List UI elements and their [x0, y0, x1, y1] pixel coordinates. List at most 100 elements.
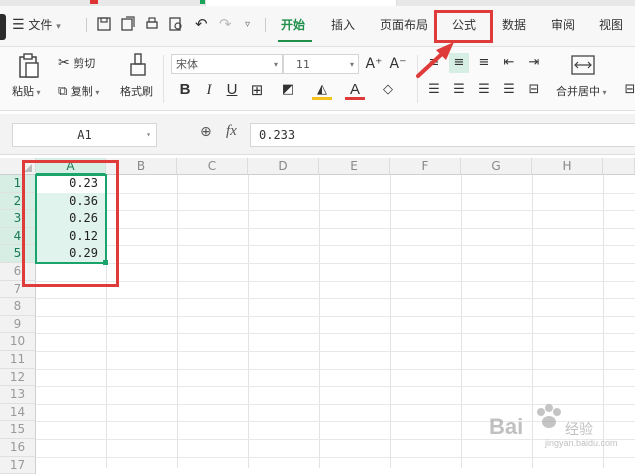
clear-format-icon[interactable]: ◇	[378, 80, 398, 100]
tab-review[interactable]: 审阅	[551, 14, 575, 36]
grid-line	[36, 192, 635, 194]
grid-line	[248, 175, 249, 468]
column-header-g[interactable]: G	[461, 158, 532, 175]
grid-line	[36, 263, 635, 264]
active-tab-underline	[278, 40, 312, 42]
row-header-9[interactable]: 9	[0, 315, 36, 334]
font-color-icon[interactable]: A	[345, 80, 365, 100]
paste-icon[interactable]	[17, 53, 41, 79]
align-right-icon[interactable]: ☰	[474, 80, 494, 100]
cut-label: 剪切	[73, 57, 96, 70]
file-menu[interactable]: ☰ 文件 ▾	[12, 14, 61, 36]
merge-center-icon[interactable]	[571, 55, 595, 75]
row-header-14[interactable]: 14	[0, 403, 36, 422]
redo-icon[interactable]: ↷	[219, 13, 232, 35]
row-header-13[interactable]: 13	[0, 386, 36, 404]
grid-line	[36, 368, 635, 370]
format-painter-icon[interactable]	[128, 52, 148, 78]
grid-line	[36, 227, 635, 229]
column-header-d[interactable]: D	[248, 158, 319, 175]
column-header-c[interactable]: C	[177, 158, 248, 175]
menu-bar: ☰ 文件 ▾ ↶ ↷ ▿ 开始 插入 页面布局 公式 数据 审阅 视图	[0, 6, 635, 47]
row-header-8[interactable]: 8	[0, 298, 36, 316]
column-header-f[interactable]: F	[390, 158, 461, 175]
decrease-font-icon[interactable]: A⁻	[388, 54, 408, 74]
formula-input[interactable]: 0.233	[250, 123, 635, 147]
tab-insert[interactable]: 插入	[331, 14, 355, 36]
borders-icon[interactable]: ⊞	[247, 80, 267, 100]
column-header-h[interactable]: H	[532, 158, 603, 175]
paste-button[interactable]: 粘贴 ▾	[12, 83, 41, 99]
svg-text:jingyan.baidu.com: jingyan.baidu.com	[544, 438, 618, 448]
row-header-11[interactable]: 11	[0, 351, 36, 369]
data-range-highlight	[22, 160, 119, 287]
cell-reference: A1	[77, 128, 92, 142]
insert-function-icon[interactable]: fx	[226, 123, 237, 140]
align-center-icon[interactable]: ☰	[449, 80, 469, 100]
grid-line	[36, 280, 635, 282]
grid-line	[36, 351, 635, 352]
row-header-15[interactable]: 15	[0, 421, 36, 439]
grid-line	[319, 175, 320, 468]
grid-line	[36, 298, 635, 300]
tab-home[interactable]: 开始	[281, 14, 305, 36]
zoom-search-icon[interactable]: ⊕	[200, 124, 212, 140]
row-header-17[interactable]: 17	[0, 456, 36, 474]
bold-button[interactable]: B	[175, 80, 195, 100]
quick-access-dropdown-icon[interactable]: ▿	[245, 14, 250, 36]
chevron-down-icon: ▾	[56, 22, 61, 32]
column-header-e[interactable]: E	[319, 158, 390, 175]
align-left-icon[interactable]: ☰	[424, 80, 444, 100]
annotation-arrow	[416, 42, 454, 78]
grid-line	[36, 315, 635, 317]
name-box[interactable]: A1 ▾	[12, 123, 157, 147]
font-size-value: 11	[296, 58, 310, 71]
tab-indicator-red	[90, 0, 98, 4]
print-preview-icon[interactable]	[168, 16, 184, 32]
font-name-select[interactable]: 宋体 ▾	[171, 54, 283, 74]
indent-decrease-icon[interactable]: ⇤	[499, 53, 519, 73]
scissors-icon: ✂	[58, 55, 70, 71]
fill-color-icon[interactable]: ◭	[312, 80, 332, 100]
grid-line	[36, 245, 635, 247]
copy-button[interactable]: ⧉ 复制 ▾	[58, 83, 99, 99]
formula-bar: A1 ▾ ⊕ fx 0.233	[0, 114, 635, 155]
sidebar-handle[interactable]	[0, 14, 6, 40]
align-bottom-icon[interactable]: ≡	[474, 53, 494, 73]
row-header-12[interactable]: 12	[0, 368, 36, 387]
grid-line	[461, 175, 462, 468]
wrap-text-icon[interactable]: ⊟	[620, 80, 635, 100]
row-header-16[interactable]: 16	[0, 439, 36, 457]
separator	[163, 55, 164, 103]
indent-increase-icon[interactable]: ⇥	[524, 53, 544, 73]
merge-center-button[interactable]: 合并居中 ▾	[556, 83, 607, 99]
export-pdf-icon[interactable]	[120, 16, 136, 32]
increase-font-icon[interactable]: A⁺	[364, 54, 384, 74]
justify-icon[interactable]: ☰	[499, 80, 519, 100]
italic-button[interactable]: I	[199, 80, 219, 100]
distributed-align-icon[interactable]: ⊟	[524, 80, 544, 100]
row-header-10[interactable]: 10	[0, 333, 36, 351]
grid-line	[177, 175, 178, 468]
undo-icon[interactable]: ↶	[195, 13, 208, 35]
save-icon[interactable]	[96, 16, 112, 32]
svg-text:经验: 经验	[565, 421, 593, 437]
underline-button[interactable]: U	[222, 80, 242, 100]
paste-label: 粘贴	[12, 85, 34, 98]
print-icon[interactable]	[144, 16, 160, 32]
cut-button[interactable]: ✂ 剪切	[58, 55, 95, 71]
column-header-next[interactable]	[603, 158, 635, 175]
separator	[86, 18, 87, 32]
cell-style-icon[interactable]: ◩	[278, 80, 298, 100]
grid-line	[390, 175, 391, 468]
tab-view[interactable]: 视图	[599, 14, 623, 36]
grid-line	[36, 456, 635, 458]
tab-data[interactable]: 数据	[502, 14, 526, 36]
font-size-select[interactable]: 11 ▾	[283, 54, 359, 74]
chevron-down-icon: ▾	[146, 130, 151, 139]
format-painter-label[interactable]: 格式刷	[120, 83, 153, 99]
watermark-logo: Bai 经验 jingyan.baidu.com	[485, 400, 625, 450]
tab-page-layout[interactable]: 页面布局	[380, 14, 428, 36]
grid-line	[36, 333, 635, 335]
copy-label: 复制	[70, 85, 93, 98]
